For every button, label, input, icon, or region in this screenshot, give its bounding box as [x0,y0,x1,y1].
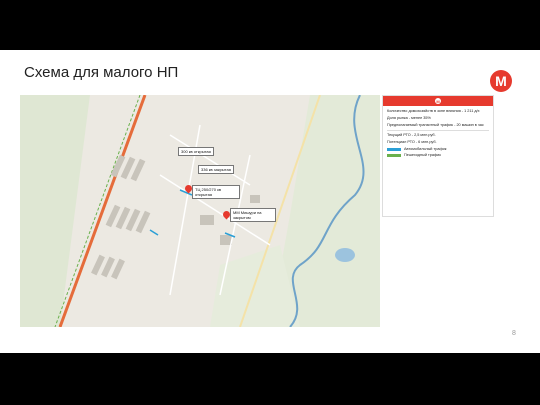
info-panel: M Количество домохозяйств в зоне влияния… [382,95,494,217]
info-line: Текущий РТО - 2,5 млн.руб. [387,133,436,137]
map-area[interactable]: 300 кв открытая 336 кв закрытая ТЦ 250/2… [20,95,380,327]
info-line: Количество домохозяйств в зоне влияния -… [387,109,480,113]
info-line: Предполагаемый транзитный трафик - 20 ма… [387,123,484,127]
legend-item: Автомобильный трафик [387,147,489,151]
page-title: Схема для малого НП [24,64,179,81]
panel-logo-letter: M [436,98,440,104]
map-canvas [20,95,380,327]
info-panel-header: M [383,96,493,106]
legend-label: Автомобильный трафик [404,147,447,151]
panel-logo: M [435,98,441,104]
page-number: 8 [512,330,516,337]
legend-swatch-car [387,147,401,151]
callout-4: ММ Мишури на закрытом [230,208,276,222]
legend-label: Пешеходный трафик [404,153,441,157]
slide: Схема для малого НП M 300 кв открытая 33… [0,50,540,353]
info-line: Потенциал РТО - 6 млн.руб. [387,140,437,144]
brand-logo-letter: M [495,73,507,89]
info-line: Доля рынка - менее 35% [387,116,431,120]
callout-3: ТЦ 250/270 кв открытая [192,185,240,199]
brand-logo: M [490,70,512,92]
callout-1: 300 кв открытая [178,147,214,156]
divider [387,130,489,131]
legend-item: Пешеходный трафик [387,153,489,157]
callout-2: 336 кв закрытая [198,165,234,174]
legend-swatch-pedestrian [387,153,401,157]
